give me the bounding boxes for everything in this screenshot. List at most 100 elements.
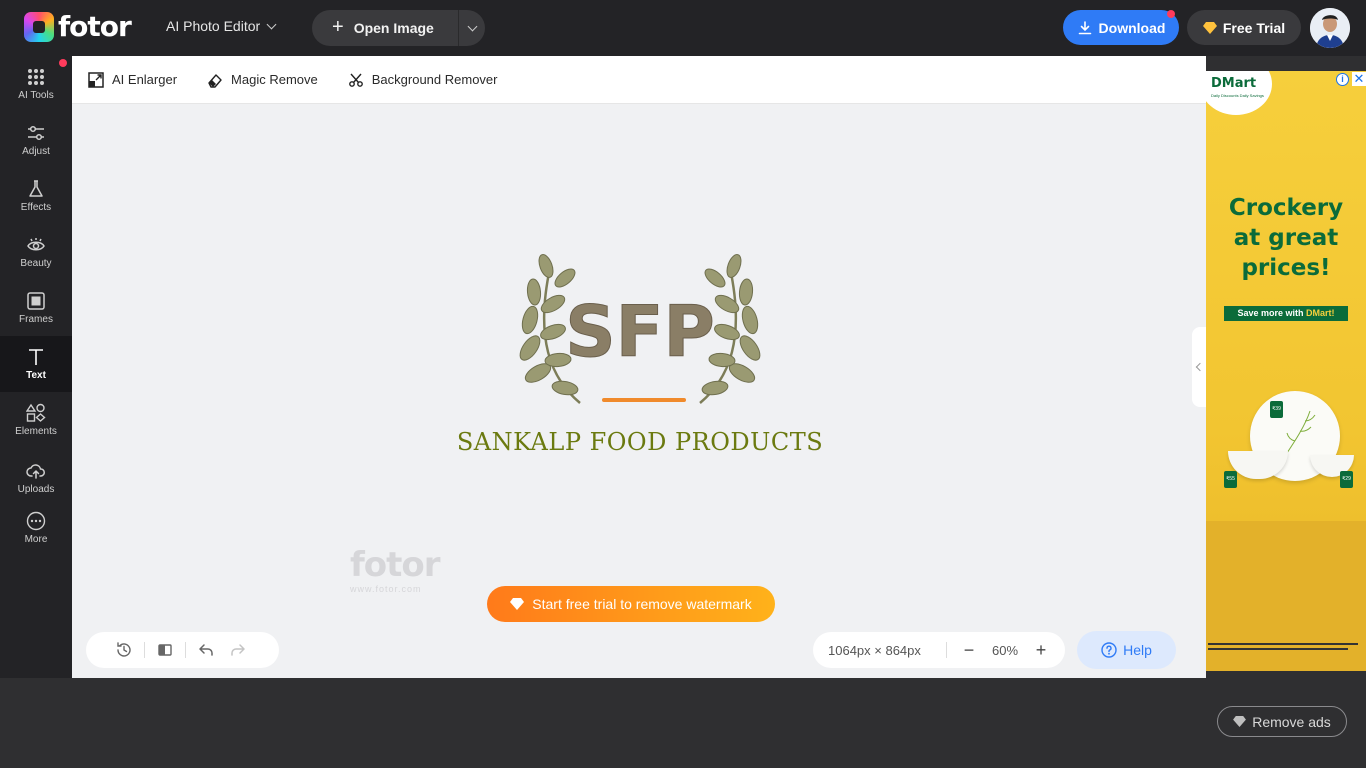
open-image-label: Open Image — [353, 20, 434, 36]
ai-enlarger-button[interactable]: AI Enlarger — [88, 71, 178, 88]
zoom-out-button[interactable]: − — [957, 640, 981, 661]
chevron-left-icon — [1195, 362, 1205, 372]
redo-button[interactable] — [222, 632, 254, 668]
history-controls — [86, 632, 279, 668]
sidebar-item-label: AI Tools — [18, 90, 54, 101]
ai-enlarger-label: AI Enlarger — [112, 72, 178, 87]
remove-ads-label: Remove ads — [1252, 713, 1331, 730]
chevron-down-icon — [467, 21, 477, 32]
more-dots-icon — [26, 511, 46, 531]
open-image-group: + Open Image — [312, 10, 485, 46]
zoom-level[interactable]: 60% — [981, 643, 1029, 658]
sidebar-item-label: Effects — [20, 202, 52, 213]
redo-icon — [231, 644, 245, 656]
zoom-in-button[interactable]: + — [1029, 640, 1053, 661]
sidebar-item-effects[interactable]: Effects — [0, 168, 72, 224]
logo-letters: SFP — [565, 291, 715, 373]
price-tag: ₹39 — [1270, 401, 1283, 418]
plus-icon: + — [332, 16, 344, 38]
scissors-icon — [348, 73, 363, 87]
notification-dot — [1167, 10, 1175, 18]
price-tag: ₹29 — [1340, 471, 1353, 488]
zoom-controls: 1064px × 864px − 60% + — [813, 632, 1065, 668]
fotor-watermark: fotor www.fotor.com — [350, 545, 441, 594]
history-button[interactable] — [108, 632, 140, 668]
download-label: Download — [1098, 19, 1166, 36]
flask-icon — [29, 180, 43, 197]
background-remover-label: Background Remover — [371, 72, 498, 87]
user-avatar[interactable] — [1310, 8, 1350, 48]
shapes-icon — [26, 403, 46, 422]
diamond-icon — [510, 598, 525, 610]
image-size-readout: 1064px × 864px — [828, 642, 921, 658]
sidebar-item-label: More — [24, 534, 48, 545]
sliders-icon — [28, 125, 44, 141]
open-image-dropdown-button[interactable] — [458, 10, 485, 46]
ad-headline-line: Crockery — [1228, 195, 1344, 221]
compare-icon — [158, 644, 172, 656]
fotor-logo[interactable]: fotor — [24, 12, 132, 42]
sidebar-item-elements[interactable]: Elements — [0, 392, 72, 448]
download-button[interactable]: Download — [1063, 10, 1179, 45]
magic-remove-label: Magic Remove — [231, 72, 318, 87]
sidebar-item-text[interactable]: Text — [0, 336, 72, 392]
download-icon — [1078, 20, 1091, 34]
remove-ads-button[interactable]: Remove ads — [1217, 706, 1347, 737]
grid-dots-icon — [28, 69, 44, 85]
sidebar-item-adjust[interactable]: Adjust — [0, 112, 72, 168]
sidebar-item-label: Uploads — [17, 484, 55, 495]
free-trial-button[interactable]: Free Trial — [1187, 10, 1301, 45]
eraser-icon — [208, 73, 222, 88]
dmart-logo-subtitle: Daily Discounts Daily Savings — [1211, 93, 1264, 98]
history-icon — [117, 642, 131, 657]
dmart-logo-text: DMart — [1211, 76, 1257, 91]
sidebar-item-label: Elements — [15, 426, 57, 437]
text-icon — [29, 349, 43, 365]
remove-watermark-button[interactable]: Start free trial to remove watermark — [487, 586, 775, 622]
watermark-url: www.fotor.com — [350, 584, 422, 594]
brand-title-text[interactable]: SANKALP FOOD PRODUCTS — [440, 428, 840, 456]
remove-watermark-label: Start free trial to remove watermark — [532, 596, 752, 612]
divider — [946, 642, 947, 658]
ad-fine-print — [1208, 643, 1364, 650]
ad-close-icon[interactable]: ✕ — [1352, 72, 1366, 86]
undo-button[interactable] — [190, 632, 222, 668]
background-remover-button[interactable]: Background Remover — [348, 72, 498, 88]
sidebar-item-frames[interactable]: Frames — [0, 280, 72, 336]
sidebar-item-uploads[interactable]: Uploads — [0, 450, 72, 506]
avatar-image — [1310, 8, 1350, 48]
ad-headline-line: at great — [1233, 225, 1339, 251]
help-button[interactable]: Help — [1077, 631, 1176, 669]
compare-button[interactable] — [149, 632, 181, 668]
dmart-ad[interactable]: DMart Daily Discounts Daily Savings i ✕ … — [1206, 71, 1366, 671]
ad-info-icon[interactable]: i — [1336, 73, 1349, 86]
watermark-logo: fotor — [350, 545, 441, 585]
editor-mode-label: AI Photo Editor — [166, 18, 261, 34]
cloud-upload-icon — [26, 464, 45, 479]
left-sidebar: AI Tools Adjust Effects Beauty Frames Te… — [0, 56, 72, 678]
editor-mode-dropdown[interactable]: AI Photo Editor — [166, 18, 277, 34]
dmart-logo: DMart Daily Discounts Daily Savings — [1206, 71, 1272, 115]
sfp-logo-image[interactable]: SFP — [510, 248, 770, 413]
enlarge-icon — [88, 71, 104, 88]
magic-remove-button[interactable]: Magic Remove — [207, 72, 318, 88]
fotor-logo-icon — [24, 12, 54, 42]
chevron-down-icon — [266, 19, 277, 30]
top-bar: fotor AI Photo Editor + Open Image Downl… — [0, 0, 1366, 56]
collapse-right-panel-toggle[interactable] — [1192, 327, 1206, 407]
sidebar-item-beauty[interactable]: Beauty — [0, 224, 72, 280]
help-icon — [1101, 642, 1117, 658]
free-trial-label: Free Trial — [1222, 19, 1286, 36]
open-image-button[interactable]: + Open Image — [312, 10, 458, 46]
sub-toolbar: AI Enlarger Magic Remove Background Remo… — [72, 56, 1206, 104]
help-label: Help — [1123, 642, 1152, 658]
sidebar-item-more[interactable]: More — [0, 500, 72, 556]
price-tag: ₹55 — [1224, 471, 1237, 488]
sidebar-item-label: Frames — [19, 314, 53, 325]
ad-headline-line: prices! — [1241, 255, 1331, 281]
diamond-icon — [1233, 716, 1247, 727]
ad-headline: Crockery at great prices! — [1206, 193, 1366, 283]
sidebar-item-label: Adjust — [22, 146, 50, 157]
ad-tagline: Save more with DMart! — [1224, 306, 1348, 321]
diamond-icon — [1202, 21, 1217, 34]
